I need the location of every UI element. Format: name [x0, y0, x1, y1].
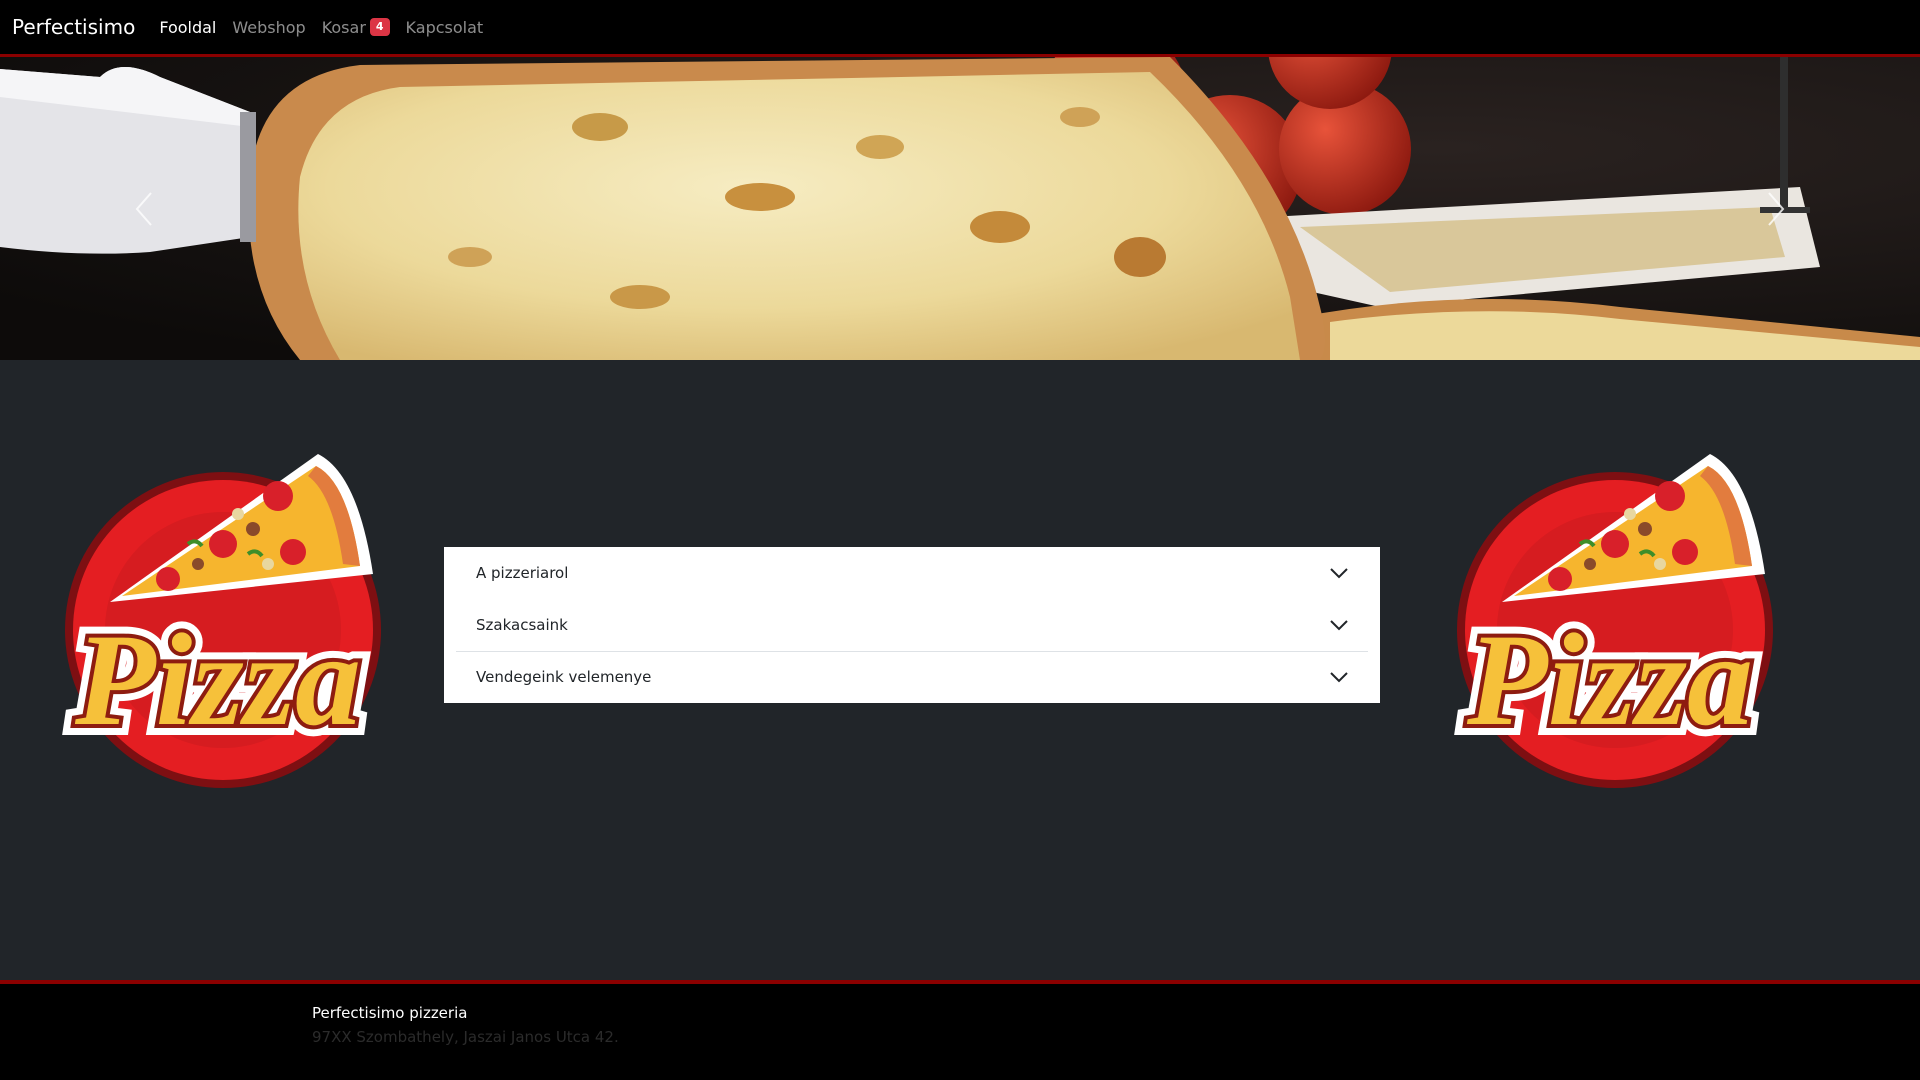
info-accordion: A pizzeriarol Szakacsaink Vendegeink vel…: [444, 547, 1380, 703]
accordion-item-vendegeink-velemenye[interactable]: Vendegeink velemenye: [444, 651, 1380, 703]
nav-link-label: Fooldal: [159, 17, 217, 37]
nav-link-label: Kosar: [321, 17, 366, 37]
pizza-logo-text: Pizza: [1466, 606, 1753, 753]
carousel-prev-button[interactable]: [0, 57, 288, 360]
footer: Perfectisimo pizzeria 97XX Szombathely, …: [0, 980, 1920, 1080]
chevron-right-icon: [1768, 191, 1785, 226]
pizza-logo-icon: Pizza Pizza: [63, 454, 381, 788]
chevron-down-icon: [1330, 568, 1348, 579]
nav-link-kosar[interactable]: Kosar 4: [322, 18, 390, 37]
chevron-down-icon: [1330, 620, 1348, 631]
accordion-item-label: Szakacsaink: [476, 616, 568, 634]
pizza-logo-left: Pizza Pizza: [18, 434, 428, 794]
nav-link-webshop[interactable]: Webshop: [232, 18, 305, 37]
footer-address: 97XX Szombathely, Jaszai Janos Utca 42.: [312, 1028, 619, 1046]
pizza-logo-text: Pizza: [74, 606, 361, 753]
navbar: Perfectisimo Fooldal Webshop Kosar 4 Kap…: [0, 0, 1920, 57]
main-content: Pizza Pizza A pizzeriarol Szakacsaink Ve…: [0, 360, 1920, 980]
pizza-logo-right: Pizza Pizza: [1410, 434, 1820, 794]
nav-link-label: Webshop: [232, 17, 306, 37]
nav-link-label: Kapcsolat: [405, 17, 484, 37]
chevron-down-icon: [1330, 672, 1348, 683]
carousel-next-button[interactable]: [1632, 57, 1920, 360]
hero-carousel: [0, 57, 1920, 360]
accordion-item-label: Vendegeink velemenye: [476, 668, 652, 686]
pizza-logo-icon: Pizza Pizza: [1455, 454, 1773, 788]
cart-count-badge: 4: [369, 18, 390, 36]
chevron-left-icon: [135, 191, 152, 226]
footer-title: Perfectisimo pizzeria: [312, 1004, 468, 1022]
navbar-brand[interactable]: Perfectisimo: [12, 15, 135, 39]
accordion-item-label: A pizzeriarol: [476, 564, 569, 582]
nav-link-fooldal[interactable]: Fooldal: [159, 18, 216, 37]
accordion-item-szakacsaink[interactable]: Szakacsaink: [444, 599, 1380, 651]
nav-link-kapcsolat[interactable]: Kapcsolat: [406, 18, 484, 37]
accordion-item-pizzeriarol[interactable]: A pizzeriarol: [444, 547, 1380, 599]
